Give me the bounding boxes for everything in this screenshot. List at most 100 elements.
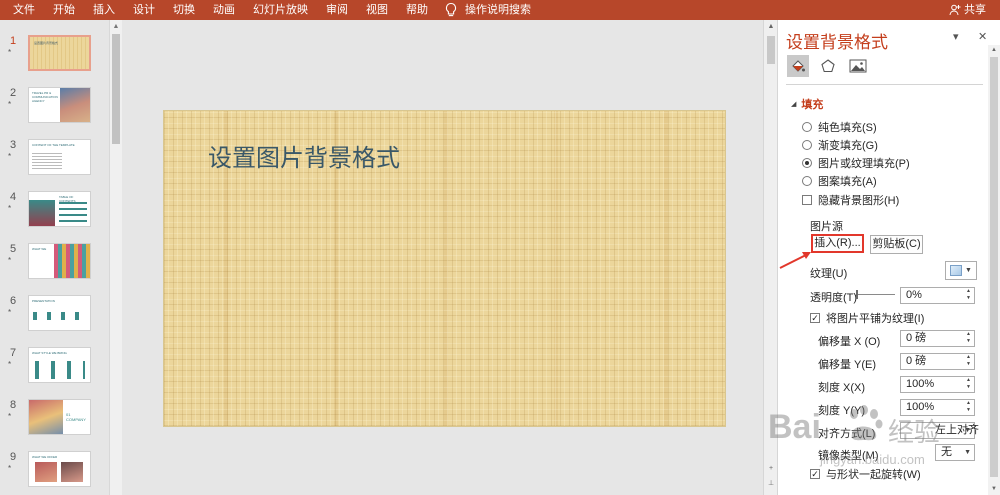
spinner-arrows-icon[interactable]: ▲ ▼ — [964, 288, 973, 303]
transparency-label: 透明度(T) — [810, 292, 858, 304]
offset-y-label: 偏移量 Y(E) — [818, 359, 877, 371]
gradient-fill-label: 渐变填充(G) — [818, 140, 878, 152]
thumbnail-image: TABLE OF CONTENTS — [28, 191, 91, 227]
spinner-arrows-icon[interactable]: ▲ ▼ — [964, 331, 973, 346]
thumbnail-image: 01 COMPANY — [28, 399, 91, 435]
baidu-watermark: Bai 经验 jingyan.baidu.com — [760, 402, 1000, 495]
share-button[interactable]: 共享 — [949, 0, 986, 20]
slide-number: 6 — [10, 295, 17, 307]
thumbnail-slide-3[interactable]: 3 * CONTENT OF THE TEMPLATE — [0, 139, 110, 183]
thumbnail-slide-6[interactable]: 6 * PRESENTATION — [0, 295, 110, 339]
solid-fill-radio[interactable]: 纯色填充(S) — [802, 119, 877, 135]
animation-star-icon: * — [8, 464, 12, 473]
person-icon — [949, 4, 961, 16]
animation-star-icon: * — [8, 204, 12, 213]
slide-number: 2 — [10, 87, 17, 99]
animation-star-icon: * — [8, 412, 12, 421]
thumbnail-scrollbar[interactable]: ▲ — [109, 20, 122, 495]
spinner-arrows-icon[interactable]: ▲ ▼ — [964, 377, 973, 392]
offset-x-value: 0 磅 — [906, 332, 927, 344]
pattern-fill-radio[interactable]: 图案填充(A) — [802, 173, 877, 189]
radio-button-selected[interactable] — [802, 158, 812, 168]
thumbnail-caption: WHAT WE — [32, 247, 47, 251]
slide-number: 1 — [10, 35, 17, 47]
current-slide[interactable]: 设置图片背景格式 — [163, 110, 726, 427]
thumbnail-image: 设置图片背景格式 — [28, 35, 91, 71]
thumbnail-slide-9[interactable]: 9 * WHAT WE OFFER — [0, 451, 110, 495]
tab-view[interactable]: 视图 — [357, 0, 397, 20]
tab-help[interactable]: 帮助 — [397, 0, 437, 20]
thumbnail-slide-7[interactable]: 7 * WHAT STYLE WE BRING — [0, 347, 110, 391]
watermark-brand: Bai — [768, 408, 821, 446]
animation-star-icon: * — [8, 100, 12, 109]
thumbnail-image: WHAT STYLE WE BRING — [28, 347, 91, 383]
gradient-fill-radio[interactable]: 渐变填充(G) — [802, 137, 878, 153]
effects-pentagon-icon[interactable] — [817, 55, 839, 77]
tile-as-texture-checkbox[interactable]: ✓ 将图片平铺为纹理(I) — [810, 310, 924, 326]
slide-number: 3 — [10, 139, 17, 151]
checkbox[interactable] — [802, 195, 812, 205]
collapse-triangle-icon: ◢ — [791, 101, 797, 108]
offset-x-spinner[interactable]: 0 磅 ▲ ▼ — [900, 330, 975, 347]
offset-x-label: 偏移量 X (O) — [818, 336, 881, 348]
animation-star-icon: * — [8, 48, 12, 57]
ribbon-tab-bar: 文件 开始 插入 设计 切换 动画 幻灯片放映 审阅 视图 帮助 操作说明搜索 … — [0, 0, 1000, 20]
pane-category-tabs — [787, 55, 869, 77]
transparency-slider-track[interactable] — [858, 294, 895, 295]
pane-title: 设置背景格式 — [786, 33, 888, 52]
thumbnail-slide-1[interactable]: 1 * 设置图片背景格式 — [0, 35, 110, 79]
thumbnail-slide-8[interactable]: 8 * 01 COMPANY — [0, 399, 110, 443]
fill-bucket-icon[interactable] — [787, 55, 809, 77]
picture-texture-fill-label: 图片或纹理填充(P) — [818, 158, 910, 170]
radio-button[interactable] — [802, 176, 812, 186]
thumbnail-caption: TRAVEL PR & COMMUNICATION AGENCY — [32, 91, 58, 103]
pane-options-dropdown-icon[interactable]: ▾ — [953, 30, 959, 43]
fill-section-header[interactable]: ◢ 填充 — [791, 96, 823, 112]
scale-x-value: 100% — [906, 378, 935, 390]
tab-animations[interactable]: 动画 — [204, 0, 244, 20]
tab-home[interactable]: 开始 — [44, 0, 84, 20]
pane-close-icon[interactable]: ✕ — [978, 30, 987, 43]
offset-y-spinner[interactable]: 0 磅 ▲ ▼ — [900, 353, 975, 370]
animation-star-icon: * — [8, 360, 12, 369]
slide-number: 7 — [10, 347, 17, 359]
tab-slideshow[interactable]: 幻灯片放映 — [244, 0, 317, 20]
slide-number: 9 — [10, 451, 17, 463]
scroll-up-arrow-icon[interactable]: ▲ — [764, 21, 778, 33]
thumbnail-slide-5[interactable]: 5 * WHAT WE — [0, 243, 110, 287]
picture-icon[interactable] — [847, 55, 869, 77]
slide-title-text[interactable]: 设置图片背景格式 — [208, 138, 400, 173]
thumbnail-slide-4[interactable]: 4 * TABLE OF CONTENTS — [0, 191, 110, 235]
radio-button[interactable] — [802, 122, 812, 132]
checkbox-checked[interactable]: ✓ — [810, 313, 820, 323]
tab-transitions[interactable]: 切换 — [164, 0, 204, 20]
hide-background-graphics-checkbox[interactable]: 隐藏背景图形(H) — [802, 192, 899, 208]
transparency-spinner[interactable]: 0% ▲ ▼ — [900, 287, 975, 304]
animation-star-icon: * — [8, 308, 12, 317]
tab-design[interactable]: 设计 — [124, 0, 164, 20]
picture-texture-fill-radio[interactable]: 图片或纹理填充(P) — [802, 155, 910, 171]
tab-insert[interactable]: 插入 — [84, 0, 124, 20]
watermark-brand-cn: 经验 — [888, 417, 941, 447]
slide-number: 5 — [10, 243, 17, 255]
chevron-down-icon: ▼ — [965, 267, 972, 274]
share-label: 共享 — [964, 4, 986, 16]
thumbnail-caption: 设置图片背景格式 — [34, 41, 59, 45]
radio-button[interactable] — [802, 140, 812, 150]
scrollbar-thumb[interactable] — [112, 34, 120, 144]
texture-picker[interactable]: ▼ — [945, 261, 977, 280]
slide-number: 8 — [10, 399, 17, 411]
scroll-up-arrow-icon[interactable]: ▲ — [110, 21, 122, 33]
spinner-arrows-icon[interactable]: ▲ ▼ — [964, 354, 973, 369]
scale-x-spinner[interactable]: 100% ▲ ▼ — [900, 376, 975, 393]
animation-star-icon: * — [8, 152, 12, 161]
thumbnail-slide-2[interactable]: 2 * TRAVEL PR & COMMUNICATION AGENCY — [0, 87, 110, 131]
tell-me-label: 操作说明搜索 — [465, 4, 531, 16]
scroll-up-arrow-icon[interactable]: ▲ — [988, 45, 1000, 55]
thumbnail-image: TRAVEL PR & COMMUNICATION AGENCY — [28, 87, 91, 123]
scrollbar-thumb[interactable] — [767, 36, 775, 64]
clipboard-button[interactable]: 剪贴板(C) — [870, 235, 923, 254]
tab-file[interactable]: 文件 — [0, 0, 44, 20]
tell-me-search[interactable]: 操作说明搜索 — [437, 0, 540, 20]
tab-review[interactable]: 审阅 — [317, 0, 357, 20]
